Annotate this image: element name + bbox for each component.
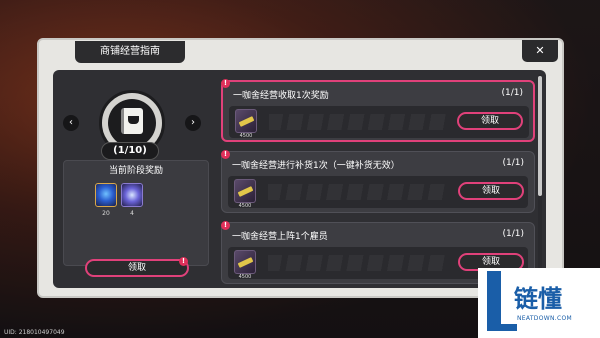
- alert-icon: !: [179, 257, 188, 266]
- close-button[interactable]: ✕: [522, 40, 558, 62]
- gold-ticket-icon[interactable]: [234, 179, 256, 203]
- window-title: 商铺经营指南: [75, 41, 185, 63]
- blue-crystal-icon[interactable]: [95, 183, 117, 207]
- user-id: UID: 218010497049: [4, 329, 65, 336]
- task-card: 一咖舍经营收取1次奖励 (1/1) 4500 领取: [221, 80, 535, 142]
- watermark-site: NEATDOWN.COM: [517, 315, 572, 322]
- claim-task-button[interactable]: 领取: [458, 182, 524, 200]
- alert-icon: !: [221, 221, 230, 230]
- item-count: 4500: [238, 203, 252, 209]
- gold-ticket-icon[interactable]: [235, 109, 257, 133]
- stage-progress: (1/10): [101, 142, 159, 160]
- task-progress: (1/1): [502, 158, 524, 168]
- task-title: 一咖舍经营收取1次奖励: [233, 91, 329, 101]
- claim-stage-button[interactable]: 领取: [85, 259, 189, 277]
- task-progress: (1/1): [502, 229, 524, 239]
- item-count: 4500: [238, 274, 252, 280]
- alert-icon: !: [221, 150, 230, 159]
- task-progress: (1/1): [501, 88, 523, 98]
- watermark-brand: 链懂: [514, 285, 562, 313]
- gold-ticket-icon[interactable]: [234, 250, 256, 274]
- reward-count: 20: [102, 210, 110, 217]
- stage-rewards-title: 当前阶段奖励: [108, 166, 163, 176]
- task-title: 一咖舍经营上阵1个雇员: [232, 232, 328, 242]
- prev-stage-button[interactable]: ‹: [63, 115, 79, 131]
- watermark-logo: [487, 271, 501, 331]
- scroll-thumb[interactable]: [538, 76, 542, 196]
- task-card: 一咖舍经营进行补货1次（一键补货无效） (1/1) 4500 领取: [221, 151, 535, 213]
- alert-icon: !: [221, 79, 230, 88]
- reward-count: 4: [130, 210, 134, 217]
- claim-task-button[interactable]: 领取: [457, 112, 523, 130]
- item-count: 4500: [239, 133, 253, 139]
- next-stage-button[interactable]: ›: [185, 115, 201, 131]
- watermark-logo-base: [487, 324, 517, 331]
- purple-orb-icon[interactable]: [121, 183, 143, 207]
- task-title: 一咖舍经营进行补货1次（一键补货无效）: [232, 161, 400, 171]
- guide-book-icon: [121, 108, 143, 134]
